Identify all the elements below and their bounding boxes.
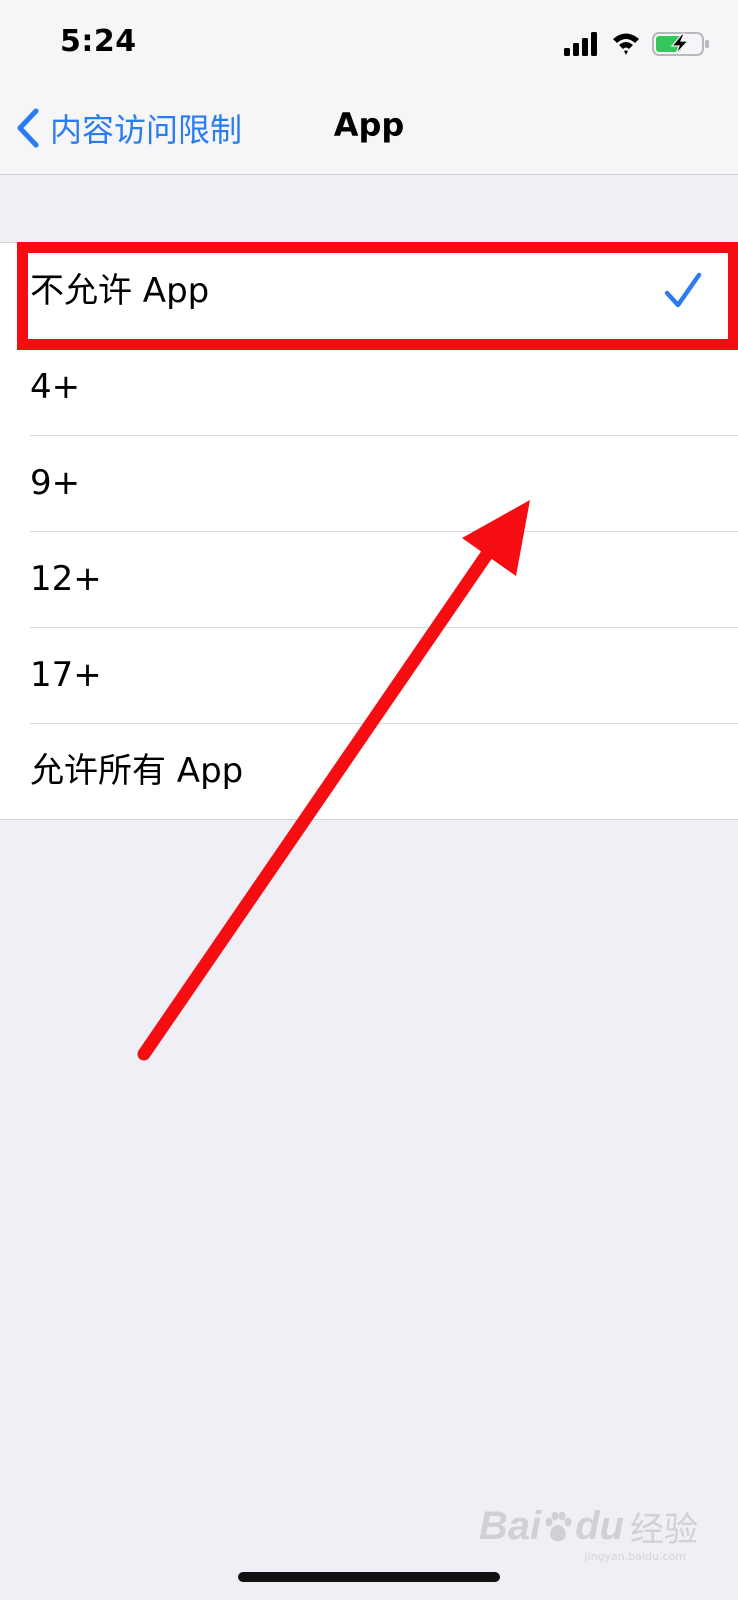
option-allow-all-apps[interactable]: 允许所有 App <box>0 723 738 819</box>
battery-charging-icon <box>652 32 709 56</box>
option-label: 4+ <box>30 367 81 407</box>
watermark-logo-left: Bai <box>478 1504 542 1548</box>
wifi-icon <box>613 33 639 55</box>
option-label: 17+ <box>30 655 102 695</box>
option-12-plus[interactable]: 12+ <box>0 531 738 627</box>
option-4-plus[interactable]: 4+ <box>0 339 738 435</box>
status-time: 5:24 <box>60 24 137 59</box>
page-title: App <box>333 106 405 144</box>
navigation-bar: 内容访问限制 App <box>0 82 738 175</box>
home-indicator[interactable] <box>238 1572 500 1582</box>
option-label: 9+ <box>30 463 81 503</box>
status-bar: 5:24 <box>0 0 738 82</box>
cellular-signal-icon <box>564 32 597 56</box>
annotation-highlight-box <box>17 242 738 350</box>
watermark-url: jingyan.baidu.com <box>584 1550 686 1563</box>
option-label: 12+ <box>30 559 102 599</box>
watermark-text: 经验 <box>630 1510 698 1550</box>
option-label: 允许所有 App <box>30 751 244 791</box>
paw-icon <box>545 1511 572 1541</box>
option-17-plus[interactable]: 17+ <box>0 627 738 723</box>
option-9-plus[interactable]: 9+ <box>0 435 738 531</box>
baidu-watermark: Bai du 经验 <box>479 1502 698 1551</box>
status-icons <box>564 32 709 56</box>
watermark-logo-right: du <box>575 1504 624 1548</box>
